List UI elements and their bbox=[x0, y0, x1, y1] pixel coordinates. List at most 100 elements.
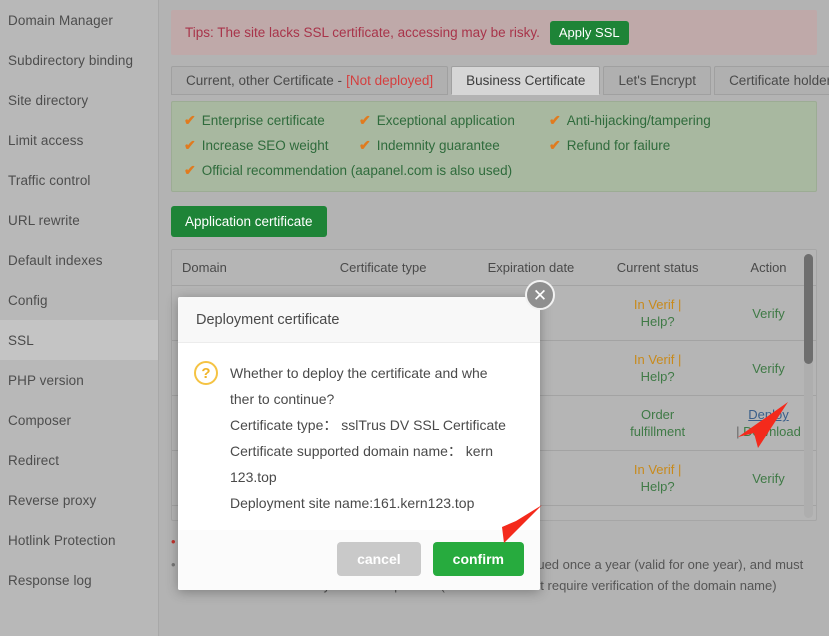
dialog-message-line: Whether to deploy the certificate and wh… bbox=[230, 365, 488, 381]
sidebar-item-label: SSL bbox=[8, 332, 34, 348]
status-help-link[interactable]: Help? bbox=[600, 478, 715, 495]
sidebar-item-label: Site directory bbox=[8, 92, 89, 108]
apply-ssl-button[interactable]: Apply SSL bbox=[549, 20, 629, 45]
sidebar-item-traffic-control[interactable]: Traffic control bbox=[0, 160, 158, 200]
download-link[interactable]: Download bbox=[743, 424, 801, 439]
column-header-current-status: Current status bbox=[594, 250, 721, 286]
ssl-tips-banner: Tips: The site lacks SSL certificate, ac… bbox=[171, 10, 817, 55]
sidebar-item-label: Limit access bbox=[8, 132, 84, 148]
check-icon: ✔ bbox=[359, 112, 371, 128]
check-icon: ✔ bbox=[549, 137, 561, 153]
tab-current-other-certificate[interactable]: Current, other Certificate - [Not deploy… bbox=[171, 66, 449, 95]
check-icon: ✔ bbox=[549, 112, 561, 128]
dialog-body: ? Whether to deploy the certificate and … bbox=[178, 343, 540, 530]
tab-label: Current, other Certificate - bbox=[186, 73, 343, 88]
app-root: Domain Manager Subdirectory binding Site… bbox=[0, 0, 829, 636]
sidebar-item-label: Traffic control bbox=[8, 172, 91, 188]
feature-label: Increase SEO weight bbox=[201, 138, 329, 153]
action-separator: | bbox=[736, 424, 744, 439]
feature-item: ✔ Exceptional application bbox=[359, 112, 549, 129]
verify-link[interactable]: Verify bbox=[752, 471, 785, 486]
status-text: In Verif | bbox=[633, 462, 682, 477]
table-scrollbar-thumb[interactable] bbox=[804, 254, 813, 364]
table-header-row: Domain Certificate type Expiration date … bbox=[172, 250, 816, 286]
sidebar-item-url-rewrite[interactable]: URL rewrite bbox=[0, 200, 158, 240]
tab-business-certificate[interactable]: Business Certificate bbox=[451, 66, 601, 95]
sidebar-item-default-indexes[interactable]: Default indexes bbox=[0, 240, 158, 280]
sidebar-item-label: Domain Manager bbox=[8, 12, 113, 28]
close-icon[interactable]: ✕ bbox=[525, 280, 555, 310]
features-box: ✔ Enterprise certificate ✔ Exceptional app… bbox=[171, 101, 817, 192]
sidebar-item-hotlink-protection[interactable]: Hotlink Protection bbox=[0, 520, 158, 560]
sidebar-item-label: Redirect bbox=[8, 452, 60, 468]
status-help-link[interactable]: Help? bbox=[600, 368, 715, 385]
tab-label: Certificate holder bbox=[729, 73, 829, 88]
column-header-action: Action bbox=[720, 250, 816, 286]
cell-status: In Verif | Help? bbox=[594, 450, 721, 506]
sidebar-item-domain-manager[interactable]: Domain Manager bbox=[0, 0, 158, 40]
sidebar-item-label: Hotlink Protection bbox=[8, 532, 116, 548]
cell-action: Verify bbox=[720, 450, 816, 506]
sidebar-item-label: Response log bbox=[8, 572, 92, 588]
tab-lets-encrypt[interactable]: Let's Encrypt bbox=[603, 66, 712, 95]
tab-label: Business Certificate bbox=[466, 73, 586, 88]
feature-item: ✔ Indemnity guarantee bbox=[359, 137, 549, 154]
feature-label: Refund for failure bbox=[566, 138, 671, 153]
sidebar-item-config[interactable]: Config bbox=[0, 280, 158, 320]
bullet-icon: • bbox=[171, 557, 176, 572]
dialog-message: Whether to deploy the certificate and wh… bbox=[230, 360, 506, 516]
feature-item: ✔ Refund for failure bbox=[549, 137, 749, 154]
feature-label: Enterprise certificate bbox=[201, 113, 325, 128]
cell-status: Order fulfillment bbox=[594, 395, 721, 451]
feature-label: Anti-hijacking/tampering bbox=[566, 113, 711, 128]
dialog-footer: cancel confirm bbox=[178, 530, 540, 590]
bullet-icon: • bbox=[171, 534, 176, 549]
feature-label: Indemnity guarantee bbox=[376, 138, 500, 153]
verify-link[interactable]: Verify bbox=[752, 361, 785, 376]
feature-item: ✔ Increase SEO weight bbox=[184, 137, 359, 154]
sidebar: Domain Manager Subdirectory binding Site… bbox=[0, 0, 159, 636]
feature-label: Official recommendation (aapanel.com is … bbox=[201, 163, 513, 178]
application-certificate-button[interactable]: Application certificate bbox=[171, 206, 327, 237]
confirm-button[interactable]: confirm bbox=[432, 542, 524, 576]
status-text: In Verif | bbox=[633, 352, 682, 367]
download-row: | Download bbox=[727, 423, 810, 440]
tab-certificate-holder[interactable]: Certificate holder bbox=[714, 66, 829, 95]
dialog-message-line: Certificate supported domain name： kern bbox=[230, 443, 494, 459]
deploy-link[interactable]: Deploy bbox=[727, 406, 810, 423]
cell-action: Verify bbox=[720, 285, 816, 341]
cell-action: Verify bbox=[720, 340, 816, 396]
sidebar-item-ssl[interactable]: SSL bbox=[0, 320, 158, 360]
sidebar-item-redirect[interactable]: Redirect bbox=[0, 440, 158, 480]
sidebar-item-subdirectory-binding[interactable]: Subdirectory binding bbox=[0, 40, 158, 80]
sidebar-item-label: Reverse proxy bbox=[8, 492, 97, 508]
cell-action: Deploy | Download bbox=[720, 395, 816, 451]
dialog-message-line: ther to continue? bbox=[230, 391, 335, 407]
status-text: Order bbox=[641, 407, 675, 422]
cancel-button[interactable]: cancel bbox=[337, 542, 421, 576]
sidebar-item-limit-access[interactable]: Limit access bbox=[0, 120, 158, 160]
features-row: ✔ Enterprise certificate ✔ Exceptional app… bbox=[184, 112, 804, 129]
check-icon: ✔ bbox=[359, 137, 371, 153]
sidebar-item-php-version[interactable]: PHP version bbox=[0, 360, 158, 400]
dialog-message-line: Certificate type： sslTrus DV SSL Certifi… bbox=[230, 417, 506, 433]
sidebar-item-label: Subdirectory binding bbox=[8, 52, 134, 68]
status-help-link[interactable]: Help? bbox=[600, 313, 715, 330]
tips-text: Tips: The site lacks SSL certificate, ac… bbox=[185, 25, 540, 40]
check-icon: ✔ bbox=[184, 137, 196, 153]
feature-item: ✔ Official recommendation (aapanel.com is… bbox=[184, 162, 512, 179]
sidebar-item-label: URL rewrite bbox=[8, 212, 80, 228]
sidebar-item-composer[interactable]: Composer bbox=[0, 400, 158, 440]
features-row: ✔ Increase SEO weight ✔ Indemnity guarante… bbox=[184, 137, 804, 154]
verify-link[interactable]: Verify bbox=[752, 306, 785, 321]
sidebar-item-response-log[interactable]: Response log bbox=[0, 560, 158, 600]
cell-status: In Verif | Help? bbox=[594, 285, 721, 341]
column-header-certificate-type: Certificate type bbox=[298, 250, 468, 286]
feature-label: Exceptional application bbox=[376, 113, 515, 128]
sidebar-item-reverse-proxy[interactable]: Reverse proxy bbox=[0, 480, 158, 520]
feature-item: ✔ Anti-hijacking/tampering bbox=[549, 112, 749, 129]
dialog-title: Deployment certificate bbox=[178, 297, 540, 343]
sidebar-item-site-directory[interactable]: Site directory bbox=[0, 80, 158, 120]
table-scrollbar[interactable] bbox=[804, 254, 813, 518]
cell-status: In Verif | Help? bbox=[594, 340, 721, 396]
